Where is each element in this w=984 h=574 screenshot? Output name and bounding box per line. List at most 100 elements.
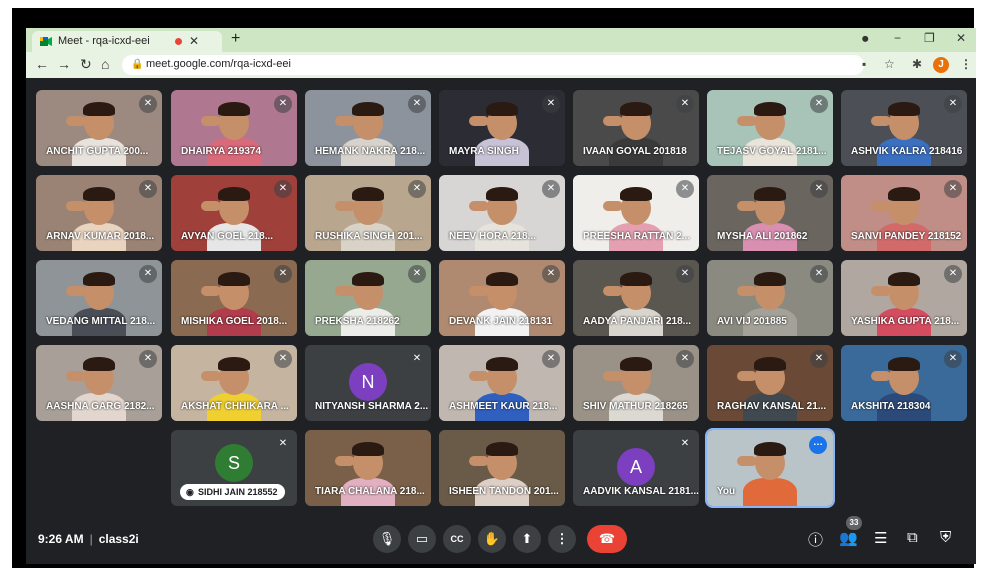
participant-tile[interactable]: A ✕ AADVIK KANSAL 2181... [573, 430, 699, 506]
participant-hair [888, 357, 920, 371]
participant-tile[interactable]: ✕ IVAAN GOYAL 201818 [573, 90, 699, 166]
participant-name: PREKSHA 218262 [315, 316, 400, 327]
activities-icon[interactable]: ⧉ [907, 529, 918, 546]
participant-tile[interactable]: ✕ MAYRA SINGH [439, 90, 565, 166]
camera-in-use-icon[interactable]: ▪ [862, 57, 866, 71]
saluting-hand [603, 371, 623, 381]
participant-name: AASHNA GARG 2182... [46, 401, 155, 412]
self-tile-options-icon[interactable]: … [809, 436, 827, 454]
participant-hair [754, 102, 786, 116]
mic-muted-icon: ✕ [274, 350, 292, 368]
more-options-button[interactable]: ⋮ [548, 525, 576, 553]
participant-tile[interactable]: ✕ AKSHITA 218304 [841, 345, 967, 421]
participant-tile[interactable]: ✕ ARNAV KUMAR 2018... [36, 175, 162, 251]
participant-tile[interactable]: ✕ MYSHA ALI 201862 [707, 175, 833, 251]
participant-tile[interactable]: ✕ AADYA PANJARI 218... [573, 260, 699, 336]
media-control-icon[interactable]: ⏺ [862, 31, 869, 47]
participant-tile[interactable]: S ✕ ◉ SIDHI JAIN 218552 [171, 430, 297, 506]
reload-icon[interactable]: ↻ [80, 56, 92, 73]
participant-tile[interactable]: ✕ DEVANK JAIN 218131 [439, 260, 565, 336]
extensions-icon[interactable]: ✱ [912, 57, 922, 71]
participant-tile[interactable]: ✕ ANCHIT GUPTA 200... [36, 90, 162, 166]
participant-tile[interactable]: ✕ RAGHAV KANSAL 21... [707, 345, 833, 421]
participant-hair [620, 357, 652, 371]
participant-tile[interactable]: ✕ PREESHA RATTAN 2... [573, 175, 699, 251]
participant-name: YASHIKA GUPTA 218... [851, 316, 960, 327]
participant-tile[interactable]: ✕ AVYAN GOEL 218... [171, 175, 297, 251]
participant-name: AVI VIJ 201885 [717, 316, 787, 327]
chat-icon[interactable]: ☰ [874, 529, 887, 547]
bookmark-star-icon[interactable]: ☆ [884, 57, 895, 71]
participant-tile[interactable]: ✕ MISHIKA GOEL 2018... [171, 260, 297, 336]
minimize-button[interactable]: − [894, 31, 901, 45]
raise-hand-button[interactable]: ✋ [478, 525, 506, 553]
host-controls-shield-icon[interactable]: ⛨ [940, 529, 951, 546]
saluting-hand [737, 116, 757, 126]
saluting-hand [469, 201, 489, 211]
meeting-details-icon[interactable]: ⓘ [808, 529, 823, 550]
microphone-button[interactable]: 🎙 [373, 525, 401, 553]
mic-muted-icon: ✕ [810, 350, 828, 368]
browser-menu-icon[interactable]: ⋮ [960, 57, 972, 71]
forward-arrow-icon[interactable]: → [57, 56, 71, 72]
participant-tile[interactable]: ✕ AKSHAT CHHIKARA ... [171, 345, 297, 421]
browser-tab[interactable]: Meet - rqa-icxd-eei ✕ [32, 31, 222, 52]
home-icon[interactable]: ⌂ [101, 56, 109, 72]
mic-muted-icon: ✕ [274, 265, 292, 283]
participant-tile[interactable]: ISHEEN TANDON 201... [439, 430, 565, 506]
participant-tile[interactable]: N ✕ NITYANSH SHARMA 2... [305, 345, 431, 421]
participant-hair [754, 357, 786, 371]
browser-window: Meet - rqa-icxd-eei ✕ + ⏺ − ❐ ✕ ← → ↻ ⌂ … [26, 28, 976, 564]
saluting-hand [66, 286, 86, 296]
participant-tile[interactable]: ✕ TEJASV GOYAL 2181... [707, 90, 833, 166]
close-window-button[interactable]: ✕ [956, 31, 966, 45]
mic-muted-icon: ✕ [139, 180, 157, 198]
participant-tile[interactable]: ✕ SHIV MATHUR 218265 [573, 345, 699, 421]
mic-muted-icon: ✕ [944, 95, 962, 113]
participant-hair [888, 272, 920, 286]
participant-name: ISHEEN TANDON 201... [449, 486, 559, 497]
new-tab-button[interactable]: + [231, 30, 240, 48]
participant-name: TEJASV GOYAL 2181... [717, 146, 827, 157]
leave-call-button[interactable]: ☎ [587, 525, 627, 553]
participant-hair [218, 102, 250, 116]
participant-tile[interactable]: ✕ DHAIRYA 219374 [171, 90, 297, 166]
participant-tile[interactable]: ✕ ASHMEET KAUR 218... [439, 345, 565, 421]
mic-muted-icon: ✕ [139, 350, 157, 368]
participant-hair [218, 187, 250, 201]
restore-button[interactable]: ❐ [924, 31, 935, 45]
participant-tile[interactable]: ✕ VEDANG MITTAL 218... [36, 260, 162, 336]
url-input[interactable]: 🔒 meet.google.com/rqa-icxd-eei [122, 55, 864, 75]
participant-name: DHAIRYA 219374 [181, 146, 262, 157]
participant-hair [218, 272, 250, 286]
participant-name: NEEV HORA 218... [449, 231, 536, 242]
participant-tile[interactable]: ✕ HEMANK NAKRA 218... [305, 90, 431, 166]
participant-tile[interactable]: ✕ NEEV HORA 218... [439, 175, 565, 251]
participant-tile[interactable]: ✕ ASHVIK KALRA 218416 [841, 90, 967, 166]
participant-name: You [717, 486, 736, 497]
participant-avatar: N [349, 363, 387, 401]
participant-name: DEVANK JAIN 218131 [449, 316, 553, 327]
meeting-controls-bar: 9:26 AM | class2i 🎙 ▭ CC ✋ ⬆ ⋮ ☎ ⓘ 33 👥 ☰ … [26, 516, 976, 564]
present-button[interactable]: ⬆ [513, 525, 541, 553]
self-video-tile[interactable]: … You [705, 428, 835, 508]
close-tab-icon[interactable]: ✕ [189, 34, 199, 48]
participant-count-badge: 33 [846, 516, 862, 530]
participant-tile[interactable]: TIARA CHALANA 218... [305, 430, 431, 506]
people-icon[interactable]: 👥 [839, 529, 858, 547]
participant-tile[interactable]: ✕ SANVI PANDEY 218152 [841, 175, 967, 251]
profile-avatar[interactable]: J [933, 57, 949, 73]
back-arrow-icon[interactable]: ← [35, 56, 49, 72]
mic-muted-icon: ✕ [408, 180, 426, 198]
participant-tile[interactable]: ✕ AVI VIJ 201885 [707, 260, 833, 336]
microphone-icon: 🎙 [378, 531, 396, 546]
participant-tile[interactable]: ✕ RUSHIKA SINGH 201... [305, 175, 431, 251]
camera-button[interactable]: ▭ [408, 525, 436, 553]
participant-name: RAGHAV KANSAL 21... [717, 401, 827, 412]
saluting-hand [66, 371, 86, 381]
participant-tile[interactable]: ✕ AASHNA GARG 2182... [36, 345, 162, 421]
participant-tile[interactable]: ✕ YASHIKA GUPTA 218... [841, 260, 967, 336]
video-camera-icon: ▭ [415, 531, 429, 546]
participant-tile[interactable]: ✕ PREKSHA 218262 [305, 260, 431, 336]
captions-button[interactable]: CC [443, 525, 471, 553]
